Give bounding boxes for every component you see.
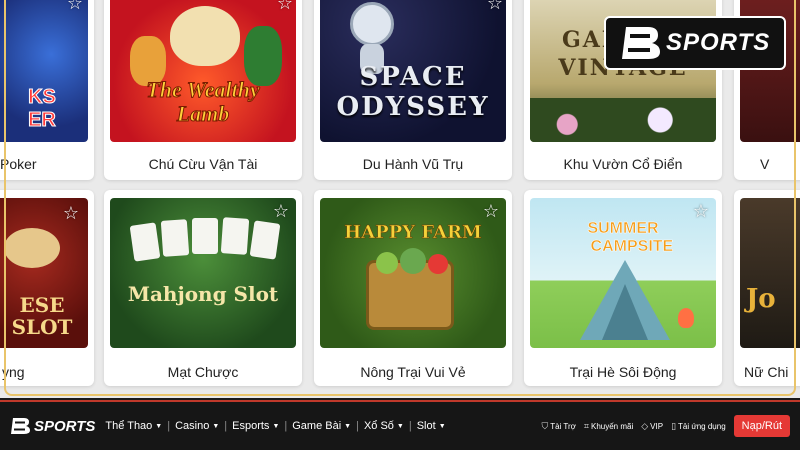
thumb-logo-text: The Wealthy Lamb [146, 77, 260, 126]
game-card[interactable]: SUMMER CAMPSITE ☆ Trại Hè Sôi Động [524, 190, 722, 386]
game-thumbnail: The Wealthy Lamb [110, 0, 296, 142]
game-title: V [760, 156, 770, 172]
game-title: Du Hành Vũ Trụ [362, 156, 464, 172]
mahjong-tile [129, 222, 161, 262]
nav-separator: | [284, 420, 288, 432]
nav-link-sponsor[interactable]: ⛉ Tài Trợ [541, 421, 575, 432]
favorite-star-icon[interactable]: ☆ [486, 0, 504, 12]
nav-item-casino[interactable]: Casino ▼ [175, 420, 219, 432]
nav-item-label: Game Bài [292, 420, 342, 432]
thumb-logo-text: Jo [746, 284, 776, 314]
mahjong-tile [192, 218, 218, 254]
campfire-illustration [678, 308, 694, 328]
chevron-down-icon: ▼ [344, 422, 352, 430]
game-title: Nữ Chi [744, 364, 789, 380]
game-thumbnail: SPACE ODYSSEY [320, 0, 506, 142]
vegetable-illustration [428, 254, 448, 274]
nav-item-label: Slot [416, 420, 436, 432]
game-card[interactable]: KS ER Poker [0, 0, 94, 180]
nav-item-label: Casino [175, 420, 210, 432]
astronaut-illustration [350, 2, 394, 46]
nav-item-card-games[interactable]: Game Bài ▼ [292, 420, 351, 432]
game-title: Mạt Chược [167, 364, 239, 380]
mahjong-tile [249, 220, 281, 260]
nav-item-sports[interactable]: Thể Thao ▼ [105, 420, 162, 432]
game-card[interactable]: HAPPY FARM ☆ Nông Trại Vui Vẻ [314, 190, 512, 386]
game-card[interactable]: SPACE ODYSSEY Du Hành Vũ Trụ [314, 0, 512, 180]
favorite-star-icon[interactable]: ☆ [276, 0, 294, 12]
game-thumbnail: Mahjong Slot [110, 198, 296, 348]
bottom-navbar: SPORTS Thể Thao ▼ | Casino ▼ | Esports ▼ | … [0, 400, 800, 450]
nav-separator: | [224, 420, 228, 432]
game-title: Chú Cừu Vận Tài [148, 156, 258, 172]
nav-link-promotions[interactable]: ⌗ Khuyến mãi [584, 421, 633, 432]
nav-item-label: Xổ Số [363, 420, 394, 432]
deposit-withdraw-button[interactable]: Nạp/Rút [733, 415, 790, 437]
game-title: Poker [0, 156, 37, 172]
game-card[interactable]: ESE SLOT ☆ yng [0, 190, 94, 386]
nav-separator: | [167, 420, 171, 432]
shield-icon: ⛉ [541, 420, 549, 431]
flowers-illustration [530, 98, 716, 142]
game-thumbnail: SUMMER CAMPSITE [530, 198, 716, 348]
vegetable-illustration [400, 248, 426, 274]
nav-link-label: Khuyến mãi [591, 421, 634, 431]
chevron-down-icon: ▼ [212, 422, 220, 430]
nav-link-label: Tài Trợ [550, 421, 576, 431]
brand-b-icon [622, 27, 660, 59]
phone-icon: ▯ [671, 420, 677, 431]
chevron-down-icon: ▼ [155, 422, 163, 430]
thumb-logo-text: HAPPY FARM [344, 222, 482, 244]
nav-brand-name: SPORTS [34, 417, 96, 435]
dumpling-illustration [4, 228, 60, 268]
favorite-star-icon[interactable]: ☆ [482, 202, 500, 220]
nav-item-lottery[interactable]: Xổ Số ▼ [364, 420, 404, 432]
thumb-logo-text: Mahjong Slot [127, 282, 279, 306]
favorite-star-icon[interactable]: ☆ [692, 202, 710, 220]
nav-item-esports[interactable]: Esports ▼ [232, 420, 279, 432]
nav-logo[interactable]: SPORTS [8, 416, 95, 436]
game-thumbnail: HAPPY FARM [320, 198, 506, 348]
nav-item-label: Esports [232, 420, 270, 432]
brand-name: SPORTS [666, 29, 771, 56]
diamond-icon: ◇ [641, 420, 649, 431]
chevron-down-icon: ▼ [272, 422, 280, 430]
game-card[interactable]: The Wealthy Lamb Chú Cừu Vận Tài [104, 0, 302, 180]
mahjong-tile [220, 217, 250, 255]
nav-link-vip[interactable]: ◇ VIP [641, 421, 663, 432]
game-thumbnail: Jo [740, 198, 800, 348]
brand-b-icon [11, 418, 30, 434]
nav-item-label: Thể Thao [105, 420, 153, 432]
nav-link-download-app[interactable]: ▯ Tải ứng dụng [671, 421, 726, 432]
vegetable-illustration [376, 252, 398, 274]
favorite-star-icon[interactable]: ☆ [62, 204, 80, 222]
game-title: yng [2, 364, 25, 380]
chevron-down-icon: ▼ [396, 422, 404, 430]
tag-icon: ⌗ [583, 420, 589, 431]
lamb-illustration [170, 6, 240, 66]
nav-right-links: ⛉ Tài Trợ ⌗ Khuyến mãi ◇ VIP ▯ Tải ứng dụng … [541, 402, 790, 450]
tent-illustration [580, 260, 670, 340]
nav-link-label: Tải ứng dụng [678, 421, 726, 431]
nav-separator: | [356, 420, 359, 432]
game-title: Khu Vườn Cổ Điển [563, 156, 683, 172]
favorite-star-icon[interactable]: ☆ [66, 0, 84, 12]
mahjong-tile [160, 219, 190, 257]
chevron-down-icon: ▼ [438, 422, 446, 430]
game-card[interactable]: Jo Nữ Chi [734, 190, 800, 386]
game-thumbnail: KS ER [0, 0, 88, 142]
game-title: Trại Hè Sôi Động [569, 364, 677, 380]
nav-link-label: VIP [650, 421, 664, 431]
game-title: Nông Trại Vui Vẻ [360, 364, 466, 380]
nav-item-slot[interactable]: Slot ▼ [417, 420, 446, 432]
nav-separator: | [408, 420, 412, 432]
favorite-star-icon[interactable]: ☆ [272, 202, 290, 220]
brand-logo-badge: SPORTS [604, 16, 786, 70]
game-card[interactable]: Mahjong Slot ☆ Mạt Chược [104, 190, 302, 386]
